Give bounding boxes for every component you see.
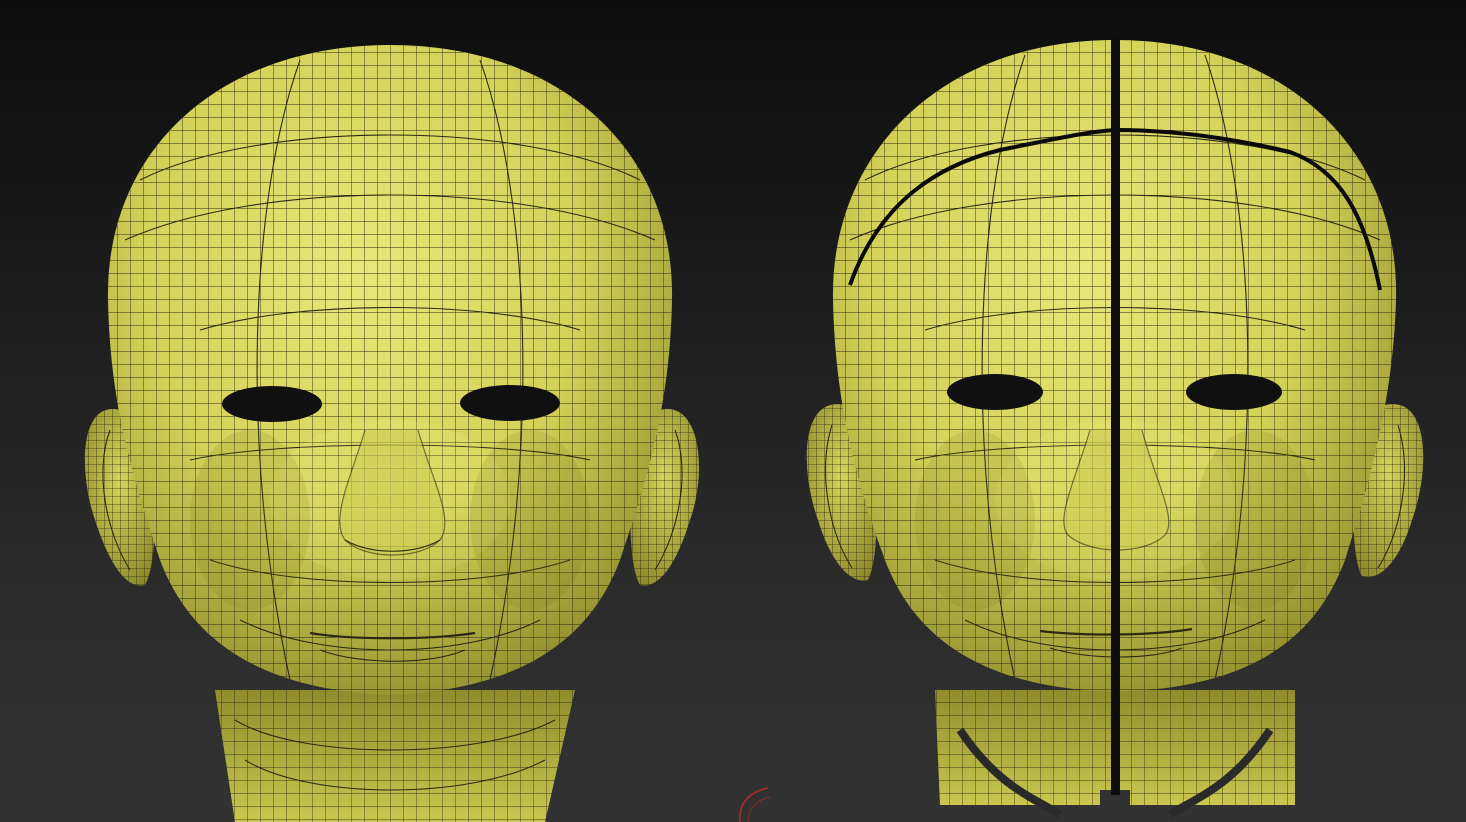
eye-socket-left-b: [947, 374, 1043, 410]
brush-cursor-icon: [739, 787, 771, 822]
head-model-left[interactable]: [84, 40, 700, 822]
eye-socket-right-b: [1186, 374, 1282, 410]
head-surface-left: [107, 45, 673, 695]
head-model-right[interactable]: [806, 35, 1424, 819]
neck-left: [215, 690, 575, 822]
viewport-scene[interactable]: [0, 0, 1466, 822]
vertical-center-seam: [1111, 38, 1120, 795]
3d-viewport-canvas[interactable]: [0, 0, 1466, 822]
eye-socket-right-a: [460, 385, 560, 421]
eye-socket-left-a: [222, 386, 322, 422]
